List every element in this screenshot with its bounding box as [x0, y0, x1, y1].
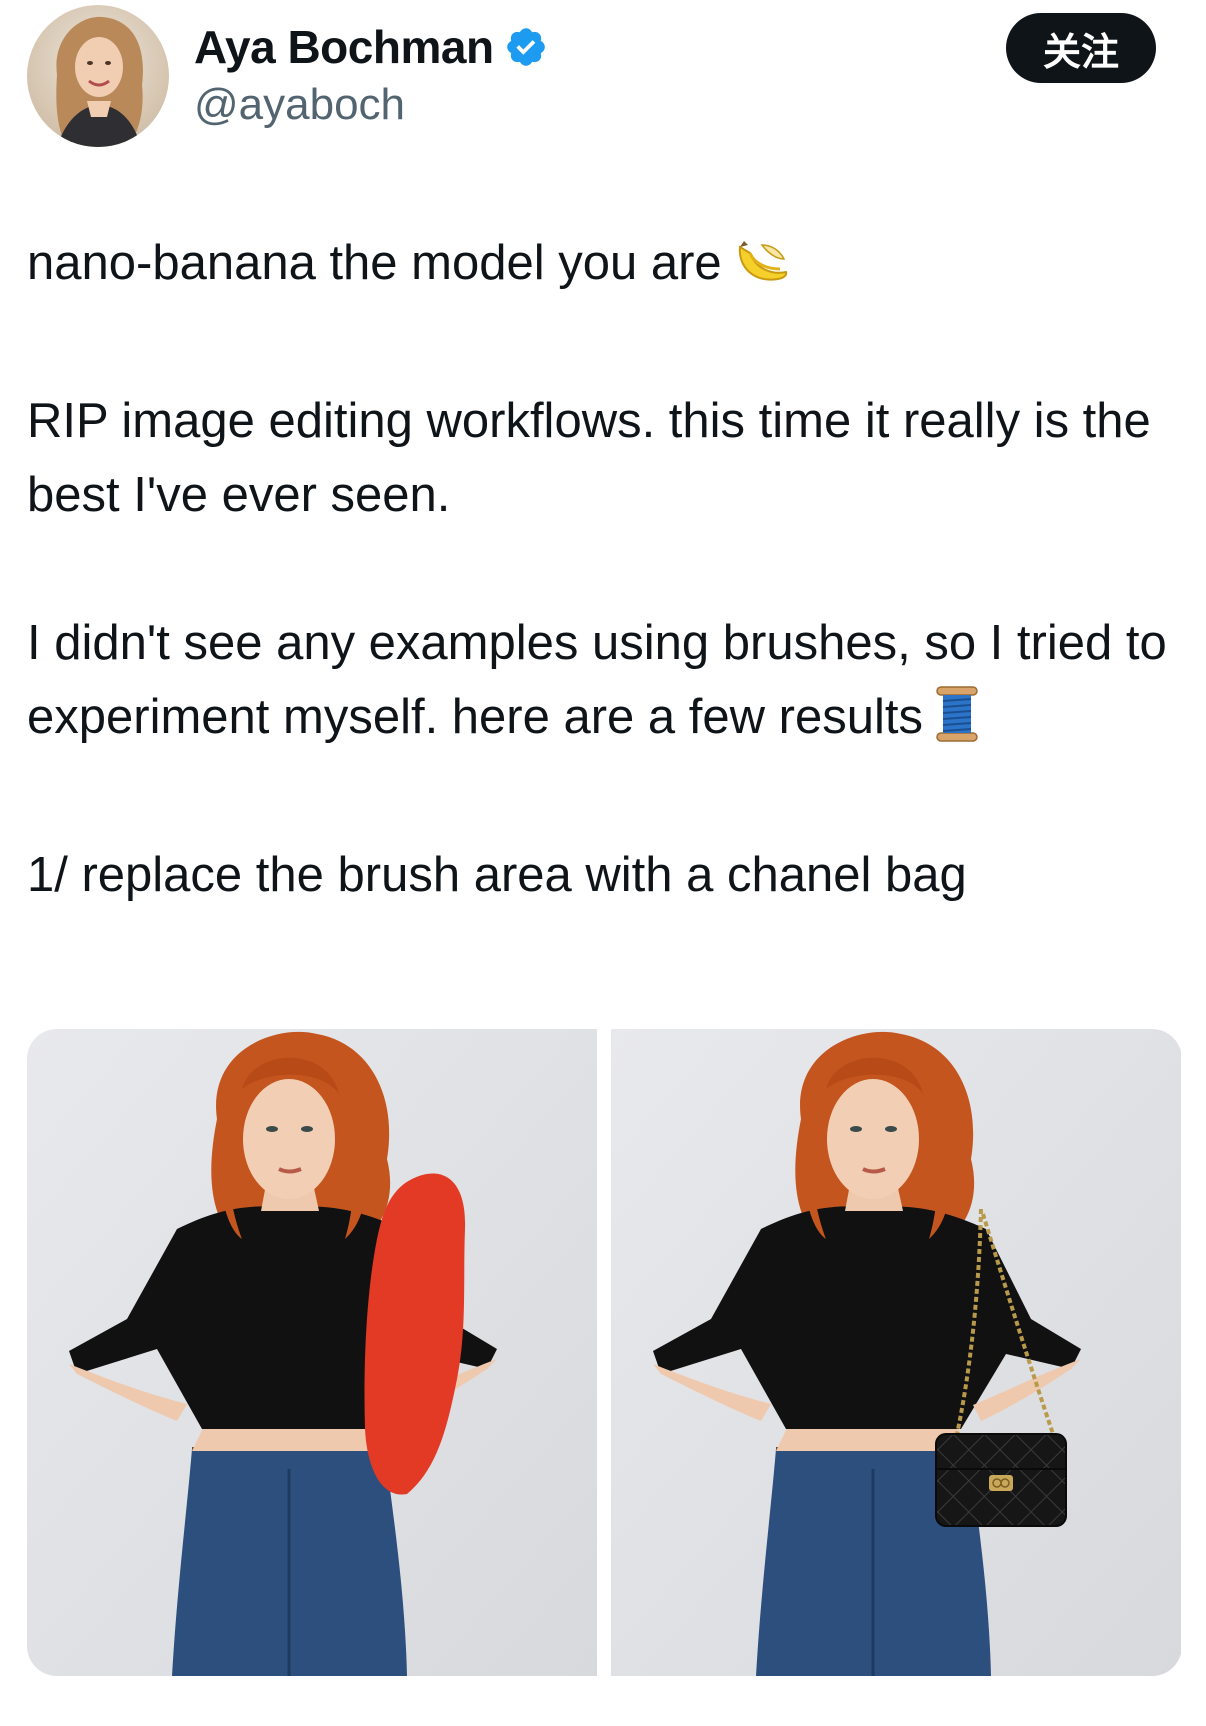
author-avatar[interactable]	[27, 5, 169, 147]
thread-spool-icon	[933, 685, 981, 764]
tweet-media-grid	[27, 1029, 1182, 1676]
verified-badge-icon	[504, 25, 548, 69]
tweet-paragraph: 1/ replace the brush area with a chanel …	[27, 848, 967, 902]
tweet-body: nano-banana the model you are RIP image …	[27, 226, 1187, 912]
follow-button[interactable]: 关注	[1006, 13, 1156, 83]
tweet-paragraph: RIP image editing workflows. this time i…	[27, 394, 1165, 522]
chanel-bag	[935, 1433, 1067, 1527]
media-image-edited[interactable]	[611, 1029, 1181, 1676]
author-name-row: Aya Bochman	[194, 18, 548, 76]
media-image-original[interactable]	[27, 1029, 597, 1676]
tweet-paragraph: I didn't see any examples using brushes,…	[27, 606, 1187, 764]
tweet-header: Aya Bochman @ayaboch 关注	[0, 0, 1206, 160]
author-handle[interactable]: @ayaboch	[194, 80, 405, 130]
banana-icon	[732, 236, 790, 310]
tweet-paragraph: nano-banana the model you are	[27, 226, 1187, 310]
author-display-name[interactable]: Aya Bochman	[194, 20, 494, 74]
tweet-paragraph-text: nano-banana the model you are	[27, 236, 722, 290]
tweet-paragraph-text: I didn't see any examples using brushes,…	[27, 616, 1181, 744]
